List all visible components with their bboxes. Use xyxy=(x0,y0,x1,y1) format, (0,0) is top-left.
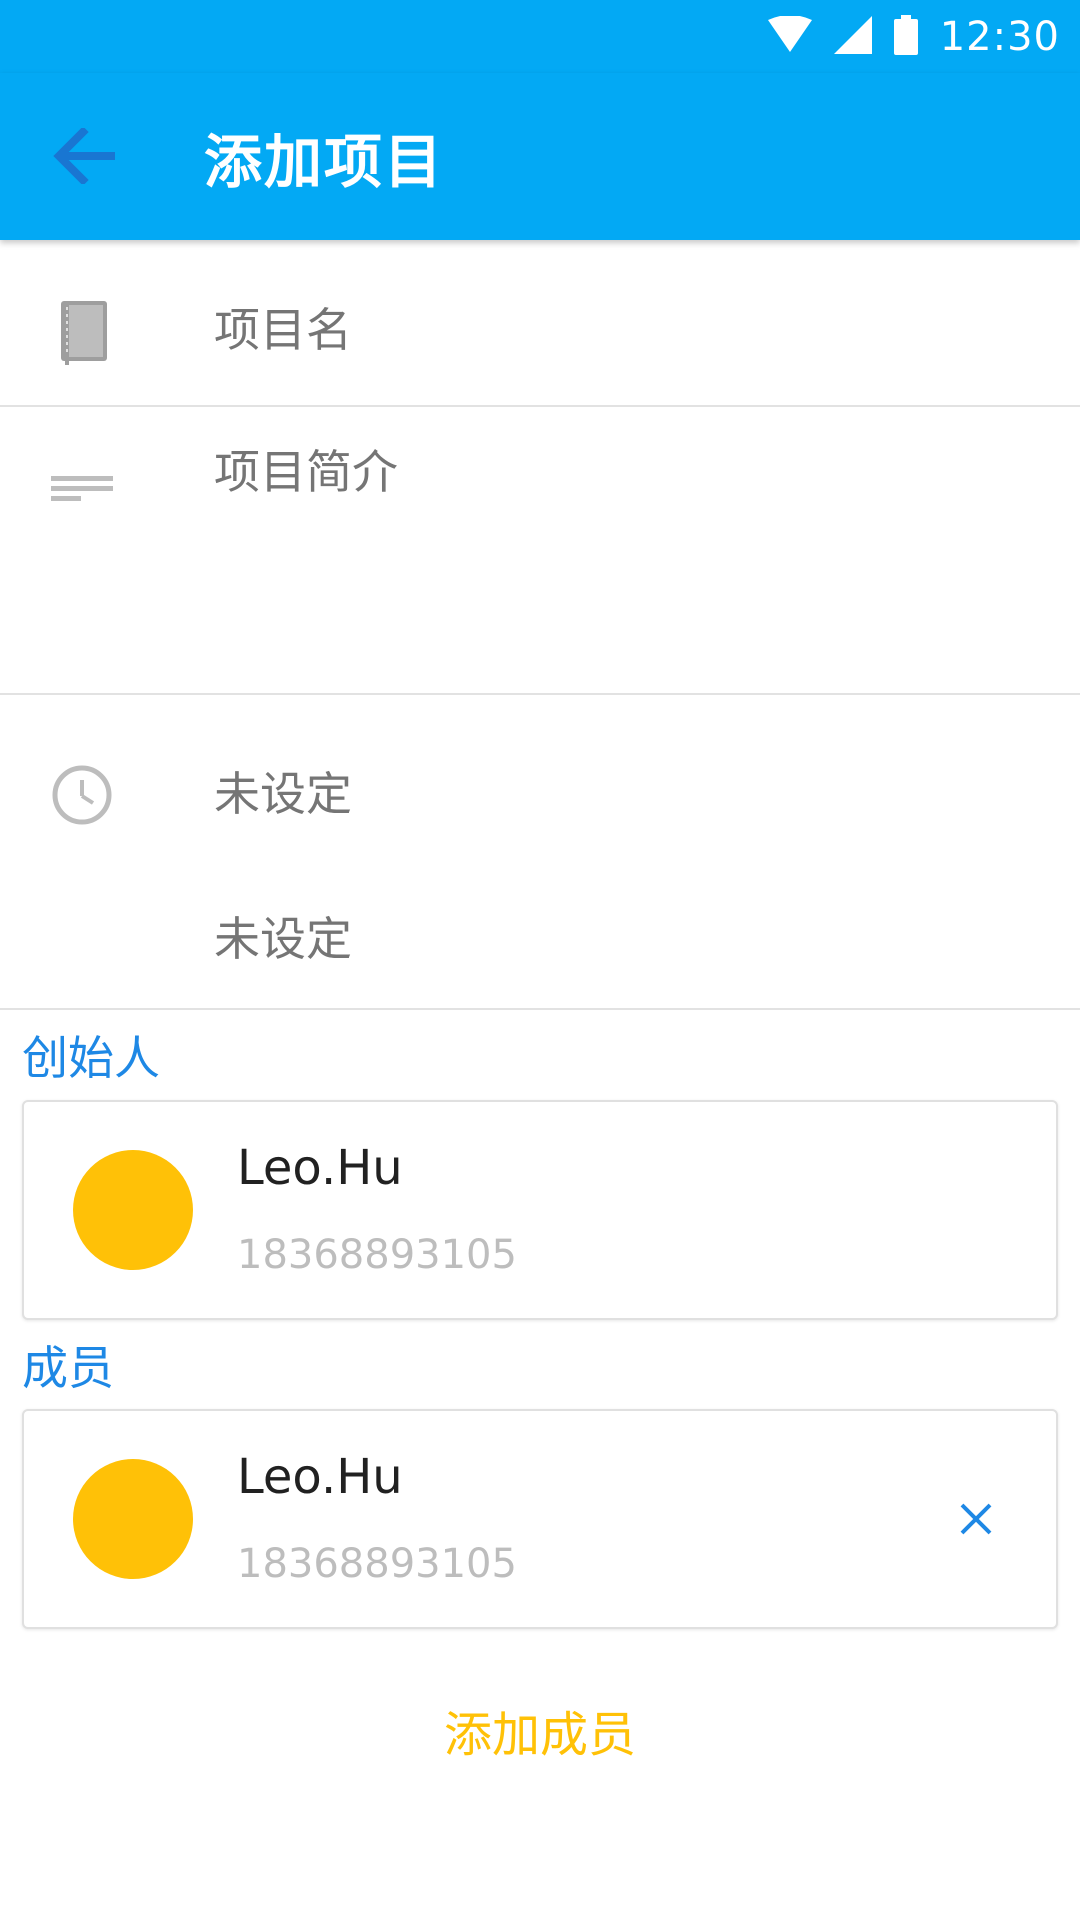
creator-name: Leo.Hu xyxy=(237,1140,403,1196)
divider xyxy=(0,1008,1080,1010)
member-name: Leo.Hu xyxy=(237,1449,403,1505)
end-time-row[interactable]: 未设定 xyxy=(0,885,1080,995)
members-section-label: 成员 xyxy=(22,1341,114,1395)
add-member-button[interactable]: 添加成员 xyxy=(0,1690,1080,1770)
status-icons: 12:30 xyxy=(767,0,1060,73)
start-time-value: 未设定 xyxy=(214,767,352,821)
project-desc-row xyxy=(0,407,1080,693)
arrow-back-icon xyxy=(53,126,117,188)
notebook-icon xyxy=(50,298,118,366)
remove-member-button[interactable] xyxy=(946,1491,1006,1551)
short-text-icon xyxy=(50,467,114,507)
project-name-input[interactable] xyxy=(214,290,1014,370)
wifi-icon xyxy=(767,14,812,58)
creator-card[interactable]: Leo.Hu 18368893105 xyxy=(22,1100,1058,1320)
avatar xyxy=(73,1459,193,1579)
start-time-row[interactable]: 未设定 xyxy=(0,740,1080,850)
cellular-signal-icon xyxy=(833,15,872,58)
page-title: 添加项目 xyxy=(204,127,445,196)
back-button[interactable] xyxy=(40,113,130,203)
member-card[interactable]: Leo.Hu 18368893105 xyxy=(22,1409,1058,1629)
project-name-row xyxy=(0,240,1080,405)
project-desc-input[interactable] xyxy=(214,442,1034,662)
avatar xyxy=(73,1150,193,1270)
status-time: 12:30 xyxy=(939,13,1060,60)
creator-section-label: 创始人 xyxy=(22,1031,160,1085)
clock-icon xyxy=(50,763,114,827)
divider xyxy=(0,693,1080,695)
member-phone: 18368893105 xyxy=(237,1541,517,1587)
battery-icon xyxy=(893,14,918,59)
close-icon xyxy=(959,1502,993,1540)
status-bar: 12:30 xyxy=(0,0,1080,73)
app-bar: 添加项目 xyxy=(0,73,1080,240)
creator-phone: 18368893105 xyxy=(237,1232,517,1278)
end-time-value: 未设定 xyxy=(214,912,352,966)
